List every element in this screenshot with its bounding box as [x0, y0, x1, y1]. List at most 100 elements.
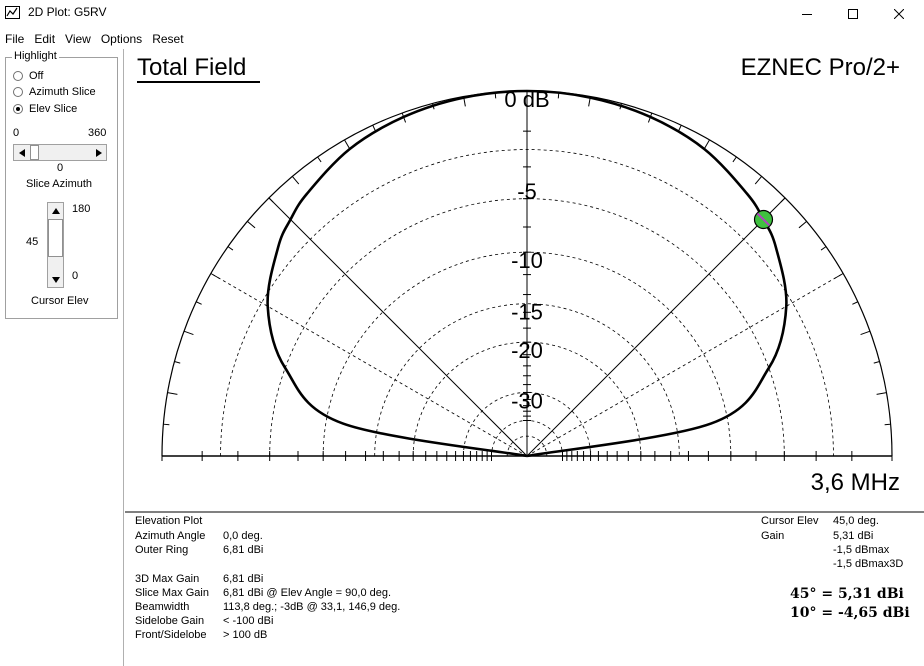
menu-options[interactable]: Options — [96, 29, 147, 49]
cursor-elev-label: Cursor Elev — [31, 295, 89, 307]
menu-view[interactable]: View — [60, 29, 96, 49]
info-label-azimuth: Azimuth Angle — [135, 530, 206, 542]
minimize-button[interactable] — [784, 0, 830, 27]
circumference-tick — [210, 273, 220, 279]
info-label-cursor-elev: Cursor Elev — [761, 515, 819, 527]
plot-brand: EZNEC Pro/2+ — [741, 54, 900, 81]
plot-area: Total Field EZNEC Pro/2+ 3,6 MHz 0 dB -5-… — [125, 49, 924, 511]
menu-file[interactable]: File — [0, 29, 29, 49]
circumference-tick — [678, 124, 682, 131]
circumference-tick — [704, 139, 710, 149]
ring-label: -30 — [511, 388, 543, 413]
radio-azimuth-label: Azimuth Slice — [29, 86, 96, 98]
scroll-right-button[interactable] — [91, 145, 106, 160]
info-value-outer-ring: 6,81 dBi — [223, 544, 264, 556]
annotation-10-deg: 10° = -4,65 dBi — [790, 605, 910, 621]
info-label-slice-max: Slice Max Gain — [135, 587, 209, 599]
close-button[interactable] — [876, 0, 922, 27]
radio-off-circle[interactable] — [13, 71, 23, 81]
elev-min-label: 0 — [72, 270, 79, 282]
radio-elev-slice[interactable]: Elev Slice — [13, 102, 77, 116]
circumference-tick — [167, 392, 178, 395]
circumference-tick — [174, 361, 181, 364]
circumference-tick — [344, 139, 350, 149]
arrow-up-icon — [51, 207, 60, 214]
circumference-tick — [317, 156, 322, 163]
maximize-icon — [848, 8, 858, 19]
ring-label: -15 — [511, 300, 543, 325]
info-value-cursor-elev: 45,0 deg. — [833, 515, 879, 527]
radio-azimuth-circle[interactable] — [13, 87, 23, 97]
info-value-front-sidelobe: > 100 dB — [223, 629, 268, 641]
circumference-tick — [820, 246, 827, 251]
elevation-cursor — [753, 209, 774, 230]
circumference-tick — [291, 176, 300, 185]
circumference-tick — [227, 246, 234, 251]
arrow-right-icon — [95, 148, 102, 157]
azimuth-max-label: 360 — [88, 127, 107, 139]
cursor-elev-scrollbar[interactable] — [47, 202, 64, 288]
circumference-tick — [852, 301, 859, 305]
info-value-beamwidth: 113,8 deg.; -3dB @ 33,1, 146,9 deg. — [223, 601, 401, 613]
info-label-gain: Gain — [761, 530, 785, 542]
ring-label: -20 — [511, 338, 543, 363]
menu-bar: File Edit View Options Reset — [0, 29, 924, 49]
radio-off-label: Off — [29, 70, 44, 82]
grid-radial — [210, 273, 528, 457]
radio-elev-label: Elev Slice — [29, 103, 78, 115]
circumference-tick — [860, 330, 871, 336]
highlight-legend: Highlight — [12, 50, 59, 62]
info-value-dbmax3d: -1,5 dBmax3D — [833, 558, 904, 570]
circumference-tick — [268, 197, 274, 203]
circumference-tick — [884, 423, 891, 426]
circumference-tick — [247, 220, 256, 229]
circumference-tick — [372, 124, 376, 131]
circumference-tick — [163, 423, 170, 426]
elev-scroll-thumb[interactable] — [48, 219, 63, 257]
info-value-azimuth: 0,0 deg. — [223, 530, 263, 542]
scroll-down-button[interactable] — [48, 272, 63, 287]
circumference-tick — [834, 273, 844, 279]
info-value-sidelobe: < -100 dBi — [223, 615, 274, 627]
radio-off[interactable]: Off — [13, 69, 43, 83]
radio-azimuth-slice[interactable]: Azimuth Slice — [13, 85, 96, 99]
app-icon — [5, 6, 20, 19]
info-panel: Elevation Plot Azimuth Angle 0,0 deg. Ou… — [125, 511, 924, 666]
radio-elev-circle[interactable] — [13, 104, 23, 114]
menu-reset[interactable]: Reset — [147, 29, 188, 49]
circumference-tick — [195, 301, 202, 305]
grid-radial — [526, 273, 844, 457]
info-label-3d-max: 3D Max Gain — [135, 573, 200, 585]
circumference-tick — [754, 176, 763, 185]
circumference-tick — [732, 156, 737, 163]
info-label-beamwidth: Beamwidth — [135, 601, 190, 613]
grid-radial-solid — [526, 197, 786, 457]
minimize-icon — [802, 13, 812, 15]
azimuth-value: 0 — [57, 162, 64, 174]
scroll-left-button[interactable] — [14, 145, 29, 160]
menu-edit[interactable]: Edit — [29, 29, 60, 49]
info-label-outer-ring: Outer Ring — [135, 544, 189, 556]
circumference-tick — [876, 392, 887, 395]
highlight-group: Highlight Off Azimuth Slice Elev Slice 0… — [5, 50, 118, 319]
info-value-slice-max: 6,81 dBi @ Elev Angle = 90,0 deg. — [223, 587, 392, 599]
annotation-45-deg: 45° = 5,31 dBi — [790, 586, 904, 602]
azimuth-scroll-thumb[interactable] — [30, 145, 39, 160]
slice-azimuth-label: Slice Azimuth — [26, 178, 93, 190]
maximize-button[interactable] — [830, 0, 876, 27]
circumference-tick — [873, 361, 880, 364]
info-value-dbmax: -1,5 dBmax — [833, 544, 890, 556]
scroll-up-button[interactable] — [48, 203, 63, 218]
elev-value: 45 — [26, 236, 39, 248]
info-value-gain: 5,31 dBi — [833, 530, 874, 542]
info-label-sidelobe: Sidelobe Gain — [135, 615, 205, 627]
arrow-left-icon — [18, 148, 25, 157]
slice-azimuth-scrollbar[interactable] — [13, 144, 107, 161]
circumference-tick — [183, 330, 194, 336]
info-label-front-sidelobe: Front/Sidelobe — [135, 629, 207, 641]
circumference-tick — [780, 197, 786, 203]
ring-label: -10 — [511, 248, 543, 273]
title-bar: 2D Plot: G5RV — [0, 0, 924, 27]
control-panel: Highlight Off Azimuth Slice Elev Slice 0… — [0, 49, 124, 666]
grid-radial-solid — [268, 197, 528, 457]
